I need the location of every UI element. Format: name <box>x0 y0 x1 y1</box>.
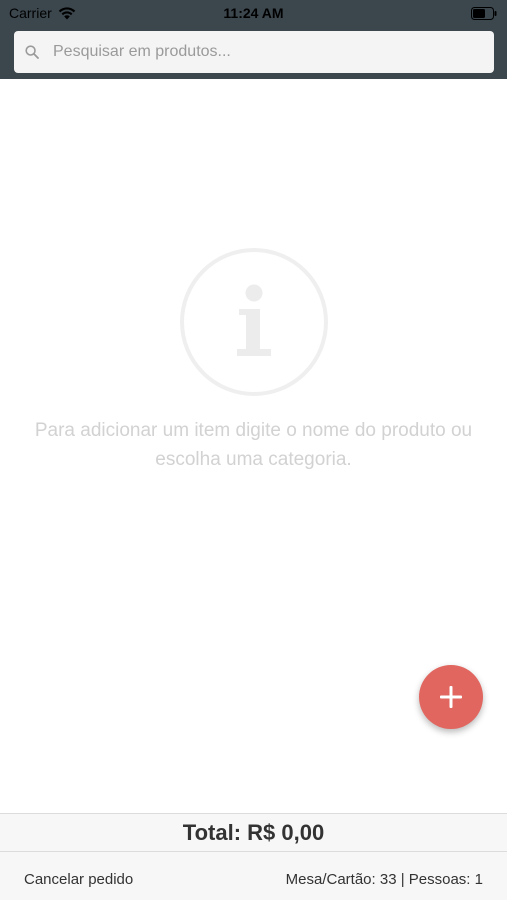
search-bar[interactable] <box>14 31 494 73</box>
battery-icon <box>471 7 497 20</box>
empty-state-message: Para adicionar um item digite o nome do … <box>34 420 473 470</box>
plus-icon <box>440 686 462 708</box>
search-input[interactable] <box>53 31 494 73</box>
status-time: 11:24 AM <box>223 5 284 21</box>
app-screen: Carrier 11:24 AM Pesquisar em produtos..… <box>0 0 507 900</box>
order-total: Total: R$ 0,00 <box>0 813 507 852</box>
add-item-button[interactable] <box>419 665 483 729</box>
table-people-info: Mesa/Cartão: 33 | Pessoas: 1 <box>285 871 483 888</box>
info-icon <box>180 248 328 396</box>
status-bar: Carrier 11:24 AM <box>0 0 507 28</box>
bottom-bar: Cancelar pedido Mesa/Cartão: 33 | Pessoa… <box>0 852 507 900</box>
cancel-order-button[interactable]: Cancelar pedido <box>24 871 133 888</box>
search-icon <box>25 45 39 59</box>
header: Carrier 11:24 AM <box>0 0 507 79</box>
